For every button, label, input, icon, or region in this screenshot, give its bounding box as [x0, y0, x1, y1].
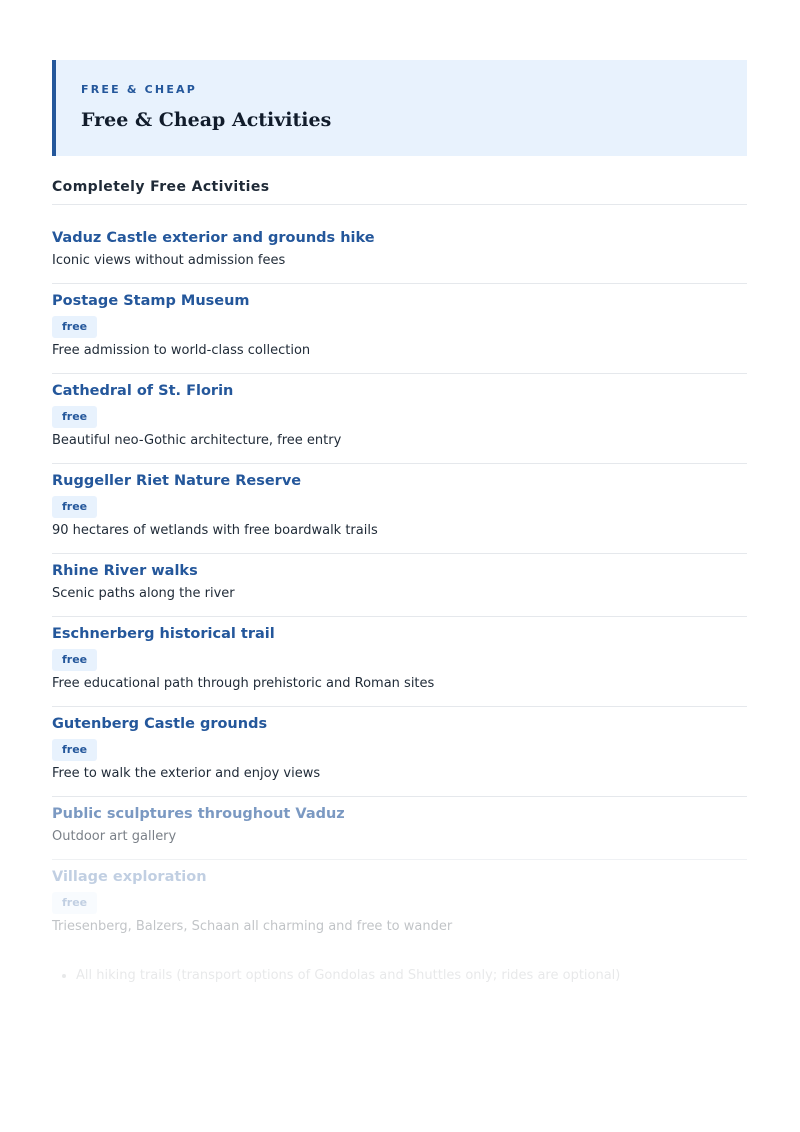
list-item: Gutenberg Castle grounds free Free to wa… [52, 707, 747, 797]
activity-name[interactable]: Vaduz Castle exterior and grounds hike [52, 228, 747, 248]
activity-description: Free admission to world-class collection [52, 343, 311, 358]
free-badge: free [52, 316, 98, 338]
activity-list: Vaduz Castle exterior and grounds hike I… [52, 221, 747, 949]
activity-description: 90 hectares of wetlands with free boardw… [52, 523, 378, 538]
list-item: Village exploration free Triesenberg, Ba… [52, 860, 747, 949]
activity-name[interactable]: Public sculptures throughout Vaduz [52, 804, 747, 824]
faded-bullet-list: All hiking trails (transport options of … [52, 967, 747, 985]
activity-name[interactable]: Village exploration [52, 867, 747, 887]
free-badge: free [52, 406, 98, 428]
activity-name[interactable]: Gutenberg Castle grounds [52, 714, 747, 734]
activity-name[interactable]: Rhine River walks [52, 561, 747, 581]
activity-name[interactable]: Eschnerberg historical trail [52, 624, 747, 644]
activity-description: Beautiful neo-Gothic architecture, free … [52, 433, 342, 448]
activity-description: Free to walk the exterior and enjoy view… [52, 766, 321, 781]
eyebrow-label: FREE & CHEAP [81, 83, 198, 96]
free-badge: free [52, 892, 98, 914]
free-badge: free [52, 496, 98, 518]
activity-description: Scenic paths along the river [52, 586, 235, 601]
page-content: FREE & CHEAP Free & Cheap Activities Com… [52, 60, 747, 985]
page-title: Free & Cheap Activities [81, 109, 332, 131]
list-item: Eschnerberg historical trail free Free e… [52, 617, 747, 707]
list-item: Postage Stamp Museum free Free admission… [52, 284, 747, 374]
bullet-item: All hiking trails (transport options of … [76, 967, 747, 985]
list-item: Cathedral of St. Florin free Beautiful n… [52, 374, 747, 464]
list-item: Rhine River walks Scenic paths along the… [52, 554, 747, 617]
activity-name[interactable]: Cathedral of St. Florin [52, 381, 747, 401]
activity-name[interactable]: Ruggeller Riet Nature Reserve [52, 471, 747, 491]
list-item: Public sculptures throughout Vaduz Outdo… [52, 797, 747, 860]
activity-description: Free educational path through prehistori… [52, 676, 435, 691]
free-badge: free [52, 739, 98, 761]
activity-description: Triesenberg, Balzers, Schaan all charmin… [52, 919, 453, 934]
list-item: Ruggeller Riet Nature Reserve free 90 he… [52, 464, 747, 554]
activity-description: Outdoor art gallery [52, 829, 177, 844]
list-item: Vaduz Castle exterior and grounds hike I… [52, 221, 747, 284]
header-card: FREE & CHEAP Free & Cheap Activities [52, 60, 747, 156]
activity-name[interactable]: Postage Stamp Museum [52, 291, 747, 311]
section-heading: Completely Free Activities [52, 179, 747, 205]
activity-description: Iconic views without admission fees [52, 253, 286, 268]
free-badge: free [52, 649, 98, 671]
